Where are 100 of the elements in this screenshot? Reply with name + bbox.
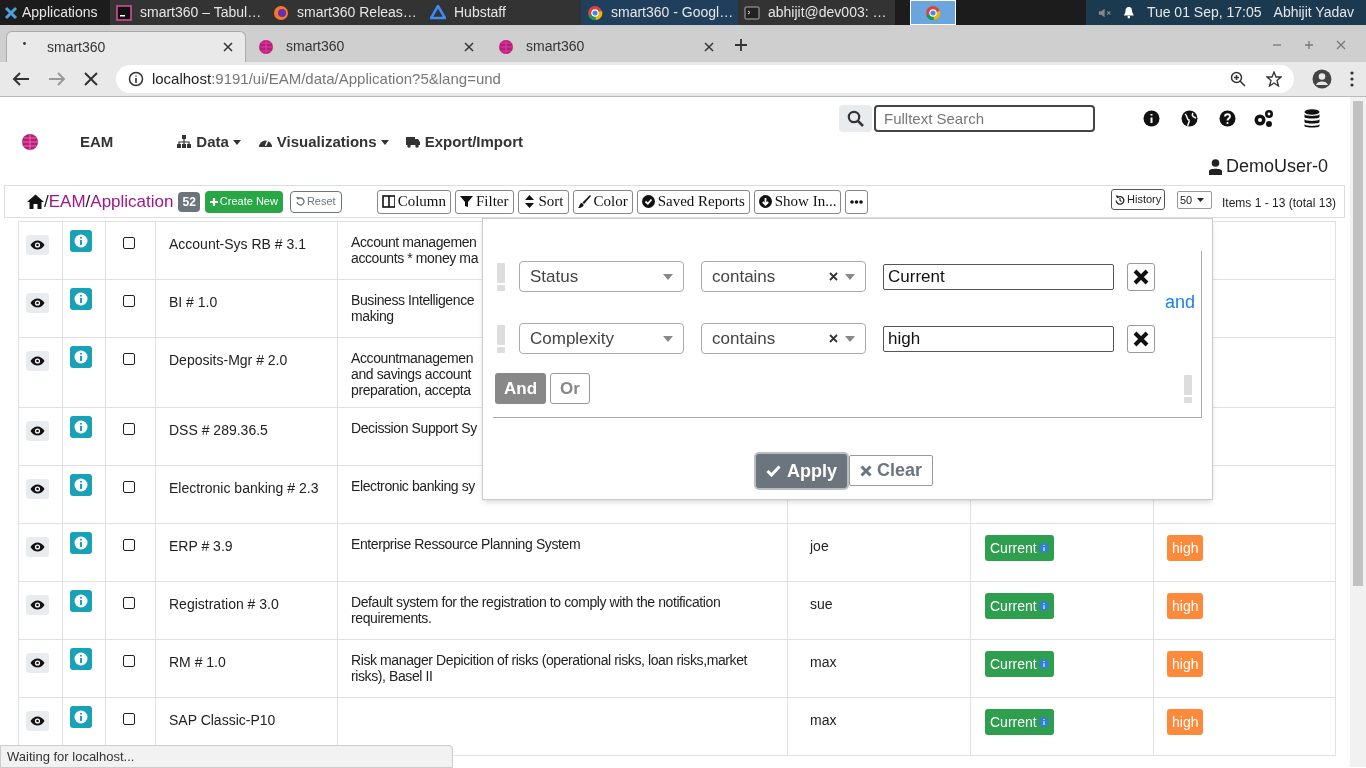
close-icon[interactable]: [464, 41, 474, 52]
info-button[interactable]: [70, 346, 92, 368]
browser-tab[interactable]: smart360: [6, 31, 246, 62]
scrollbar[interactable]: [1350, 97, 1366, 767]
combinator-button[interactable]: Or: [550, 373, 590, 404]
nav-link[interactable]: Data: [177, 131, 241, 154]
taskbar-item[interactable]: Hubstaff: [424, 0, 581, 25]
value-field[interactable]: high: [883, 325, 1114, 352]
view-button[interactable]: [26, 293, 49, 313]
info-button[interactable]: [70, 230, 92, 252]
drag-handle-icon[interactable]: [497, 262, 505, 291]
zoom-in-icon[interactable]: [1230, 71, 1247, 87]
operator-select[interactable]: contains: [701, 261, 866, 292]
view-button[interactable]: [26, 421, 49, 441]
database-icon[interactable]: [1304, 109, 1320, 128]
breadcrumb-link[interactable]: EAM: [48, 188, 86, 215]
page-size-select[interactable]: 50: [1177, 191, 1212, 209]
reset-button[interactable]: Reset: [289, 190, 342, 213]
info-button[interactable]: [70, 288, 92, 310]
breadcrumb-link[interactable]: Application: [90, 188, 174, 215]
globe-icon[interactable]: [1181, 110, 1198, 127]
taskbar-item[interactable]: smart360 - Googl…: [581, 0, 738, 25]
drag-handle-icon[interactable]: [1184, 375, 1192, 403]
toolbar-button[interactable]: Saved Reports: [636, 189, 750, 214]
row-checkbox[interactable]: [123, 713, 135, 725]
row-checkbox[interactable]: [123, 481, 135, 493]
view-button[interactable]: [26, 235, 49, 255]
info-button[interactable]: [70, 590, 92, 612]
nav-link[interactable]: Export/Import: [405, 131, 523, 154]
menu-icon[interactable]: [1350, 71, 1354, 87]
row-checkbox[interactable]: [123, 353, 135, 365]
view-button[interactable]: [26, 653, 49, 673]
drag-handle-icon[interactable]: [497, 324, 505, 353]
info-button[interactable]: [70, 532, 92, 554]
row-checkbox[interactable]: [123, 539, 135, 551]
close-icon[interactable]: [704, 41, 714, 52]
new-tab-icon[interactable]: [734, 38, 748, 52]
delete-button[interactable]: [1127, 324, 1155, 353]
row-checkbox[interactable]: [123, 597, 135, 609]
taskbar-item[interactable]: smart360 Releas…: [267, 0, 424, 25]
operator-select[interactable]: contains: [701, 323, 866, 354]
history-button[interactable]: History: [1111, 189, 1166, 210]
taskbar-item[interactable]: abhijit@dev003: …: [738, 0, 895, 25]
search-button[interactable]: [839, 105, 872, 132]
toolbar-button[interactable]: Sort: [517, 189, 569, 214]
settings-icon[interactable]: [1253, 109, 1274, 128]
truck-icon: [405, 135, 421, 150]
apply-button[interactable]: Apply: [756, 454, 847, 488]
more-button[interactable]: [845, 189, 869, 214]
star-icon[interactable]: [1266, 71, 1283, 87]
help-icon[interactable]: [1219, 110, 1236, 127]
nav-link[interactable]: Visualizations: [257, 131, 389, 154]
bell-icon[interactable]: [1123, 5, 1135, 20]
info-icon: [74, 710, 88, 724]
clear-icon[interactable]: [829, 334, 838, 343]
maximize-icon[interactable]: [1304, 40, 1314, 50]
toolbar-button[interactable]: Color: [572, 189, 633, 214]
view-button[interactable]: [26, 711, 49, 731]
stop-icon[interactable]: [83, 72, 98, 86]
view-button[interactable]: [26, 537, 49, 557]
view-button[interactable]: [26, 595, 49, 615]
info-icon: [127, 71, 144, 87]
row-checkbox[interactable]: [123, 237, 135, 249]
brand-link[interactable]: EAM: [80, 131, 114, 154]
info-icon: [74, 292, 88, 306]
info-button[interactable]: [70, 474, 92, 496]
taskbar-item[interactable]: [910, 0, 956, 25]
close-icon[interactable]: [223, 42, 233, 52]
row-checkbox[interactable]: [123, 295, 135, 307]
toolbar-button[interactable]: Column: [376, 189, 451, 214]
clear-button[interactable]: Clear: [849, 455, 934, 486]
undo-icon: [295, 197, 305, 206]
user-menu[interactable]: DemoUser-0: [1209, 153, 1329, 180]
taskbar-item[interactable]: smart360 – Tabul…: [110, 0, 267, 25]
breadcrumb-separator: /: [85, 190, 91, 213]
view-button[interactable]: [26, 479, 49, 499]
view-button[interactable]: [26, 351, 49, 371]
breadcrumb-separator: /: [44, 190, 49, 213]
toolbar-button[interactable]: Filter: [455, 189, 514, 214]
info-icon[interactable]: [1143, 110, 1160, 127]
delete-button[interactable]: [1127, 262, 1155, 291]
address-field[interactable]: localhost:9191/ui/EAM/data/Application?5&lang=und: [115, 65, 1295, 93]
account-icon[interactable]: [1312, 69, 1332, 89]
value-field[interactable]: Current: [883, 263, 1114, 290]
home-icon[interactable]: [27, 194, 44, 209]
info-button[interactable]: [70, 648, 92, 670]
applications-menu[interactable]: Applications: [0, 0, 110, 25]
back-arrow-icon[interactable]: [12, 71, 30, 87]
row-checkbox[interactable]: [123, 423, 135, 435]
info-button[interactable]: [70, 706, 92, 728]
field-select[interactable]: Complexity: [519, 323, 684, 354]
combinator-button[interactable]: And: [495, 373, 547, 404]
toolbar-button[interactable]: Show In...: [753, 189, 842, 214]
info-button[interactable]: [70, 416, 92, 438]
row-checkbox[interactable]: [123, 655, 135, 667]
field-select[interactable]: Status: [519, 261, 684, 292]
search-field[interactable]: Fulltext Search: [874, 105, 1095, 132]
clear-icon[interactable]: [829, 272, 838, 281]
globe-logo-icon[interactable]: [21, 133, 39, 152]
user-name[interactable]: Abhijit Yadav: [1273, 2, 1354, 23]
